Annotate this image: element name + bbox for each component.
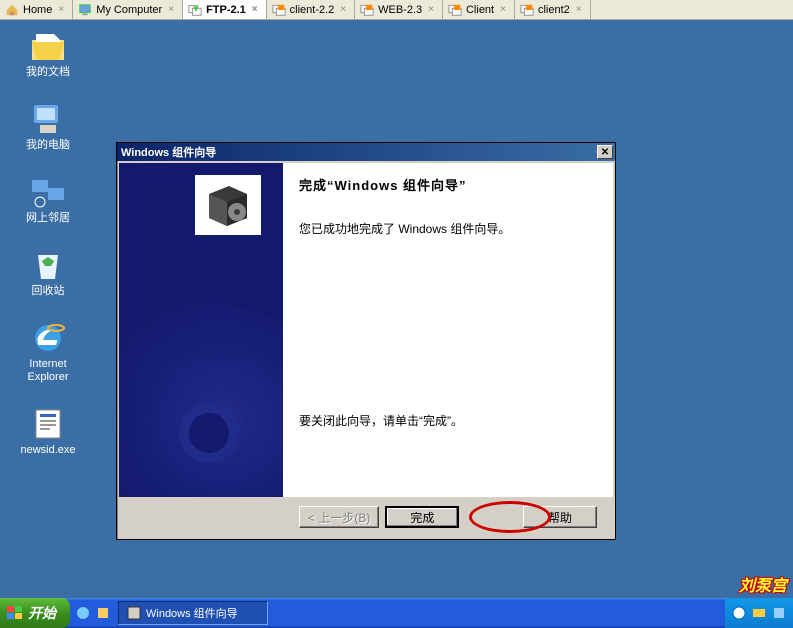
icon-label: 我的文档: [8, 66, 88, 79]
watermark-text: 刘泵宫: [739, 572, 787, 596]
wizard-side-graphic: [119, 163, 283, 497]
tray-icon[interactable]: [771, 605, 787, 621]
mycomputer-icon: [28, 101, 68, 137]
dialog-title: Windows 组件向导: [121, 144, 216, 160]
vm-tab-label: FTP-2.1: [206, 4, 246, 16]
dialog-button-row: < 上一步(B) 完成 帮助: [119, 497, 613, 537]
taskbar-button-wizard[interactable]: Windows 组件向导: [118, 601, 268, 625]
windows-flag-icon: [6, 605, 24, 621]
desktop: Home × My Computer × FTP-2.1 × client-2.…: [0, 0, 793, 628]
vm-off-icon: [272, 3, 286, 17]
help-button[interactable]: 帮助: [523, 506, 597, 528]
desktop-icon-recycle[interactable]: 回收站: [8, 247, 88, 298]
vm-tab-label: Client: [466, 4, 494, 16]
vm-tab-ftp[interactable]: FTP-2.1 ×: [183, 0, 267, 19]
vm-tab-label: My Computer: [96, 4, 162, 16]
recycle-icon: [28, 247, 68, 283]
wizard-text-close-hint: 要关闭此向导，请单击“完成”。: [299, 412, 463, 429]
system-tray[interactable]: [725, 598, 793, 628]
tray-icon[interactable]: [751, 605, 767, 621]
desktop-icon-network[interactable]: 网上邻居: [8, 174, 88, 225]
app-icon: [127, 606, 141, 620]
quick-launch: [70, 602, 116, 624]
wizard-main-pane: 完成“Windows 组件向导” 您已成功地完成了 Windows 组件向导。 …: [283, 163, 613, 497]
install-box-icon: [195, 175, 261, 235]
close-icon[interactable]: ×: [166, 4, 176, 15]
finish-button[interactable]: 完成: [385, 506, 459, 528]
vm-tab-label: WEB-2.3: [378, 4, 422, 16]
vm-tab-client22[interactable]: client-2.2 ×: [267, 0, 355, 19]
exe-icon: [28, 406, 68, 442]
desktop-icon-newsid[interactable]: newsid.exe: [8, 406, 88, 457]
icon-label: 回收站: [8, 285, 88, 298]
vm-tab-label: Home: [23, 4, 52, 16]
desktop-icon-mydocs[interactable]: 我的文档: [8, 28, 88, 79]
ie-icon: [28, 320, 68, 356]
mydocs-icon: [28, 28, 68, 64]
vm-tab-client2[interactable]: client2 ×: [515, 0, 591, 19]
icon-label: 网上邻居: [8, 212, 88, 225]
vm-off-icon: [360, 3, 374, 17]
wizard-heading: 完成“Windows 组件向导”: [299, 175, 597, 194]
wizard-dialog: Windows 组件向导 ✕ 完成“Windows 组件向导” 您: [116, 142, 616, 540]
home-icon: [5, 3, 19, 17]
vm-tab-web23[interactable]: WEB-2.3 ×: [355, 0, 443, 19]
icon-label: Internet Explorer: [8, 358, 88, 384]
vm-off-icon: [448, 3, 462, 17]
close-icon[interactable]: ×: [574, 4, 584, 15]
icon-label: 我的电脑: [8, 139, 88, 152]
vm-tab-home[interactable]: Home ×: [0, 0, 73, 19]
vm-tab-client[interactable]: Client ×: [443, 0, 515, 19]
quick-launch-item[interactable]: [74, 602, 92, 624]
icon-label: newsid.exe: [8, 444, 88, 457]
wizard-text-success: 您已成功地完成了 Windows 组件向导。: [299, 220, 597, 237]
desktop-icon-ie[interactable]: Internet Explorer: [8, 320, 88, 384]
vm-tab-mycomputer[interactable]: My Computer ×: [73, 0, 183, 19]
vm-on-icon: [188, 3, 202, 17]
taskbar: 开始 Windows 组件向导: [0, 598, 793, 628]
desktop-icon-mycomputer[interactable]: 我的电脑: [8, 101, 88, 152]
close-icon[interactable]: ×: [426, 4, 436, 15]
tray-icon[interactable]: [731, 605, 747, 621]
network-icon: [28, 174, 68, 210]
dialog-body: 完成“Windows 组件向导” 您已成功地完成了 Windows 组件向导。 …: [119, 163, 613, 497]
taskbar-button-label: Windows 组件向导: [146, 605, 238, 621]
close-icon[interactable]: ✕: [597, 145, 613, 159]
close-icon[interactable]: ×: [250, 4, 260, 15]
vm-off-icon: [520, 3, 534, 17]
vm-tab-label: client-2.2: [290, 4, 335, 16]
close-icon[interactable]: ×: [498, 4, 508, 15]
desktop-icons: 我的文档 我的电脑 网上邻居 回收站 Internet Explorer new…: [8, 28, 88, 479]
computer-icon: [78, 3, 92, 17]
vm-tab-label: client2: [538, 4, 570, 16]
dialog-titlebar[interactable]: Windows 组件向导 ✕: [117, 143, 615, 161]
quick-launch-item[interactable]: [94, 602, 112, 624]
start-button[interactable]: 开始: [0, 598, 70, 628]
close-icon[interactable]: ×: [338, 4, 348, 15]
back-button: < 上一步(B): [299, 506, 379, 528]
start-label: 开始: [28, 603, 56, 623]
close-icon[interactable]: ×: [56, 4, 66, 15]
vm-tab-bar: Home × My Computer × FTP-2.1 × client-2.…: [0, 0, 793, 20]
